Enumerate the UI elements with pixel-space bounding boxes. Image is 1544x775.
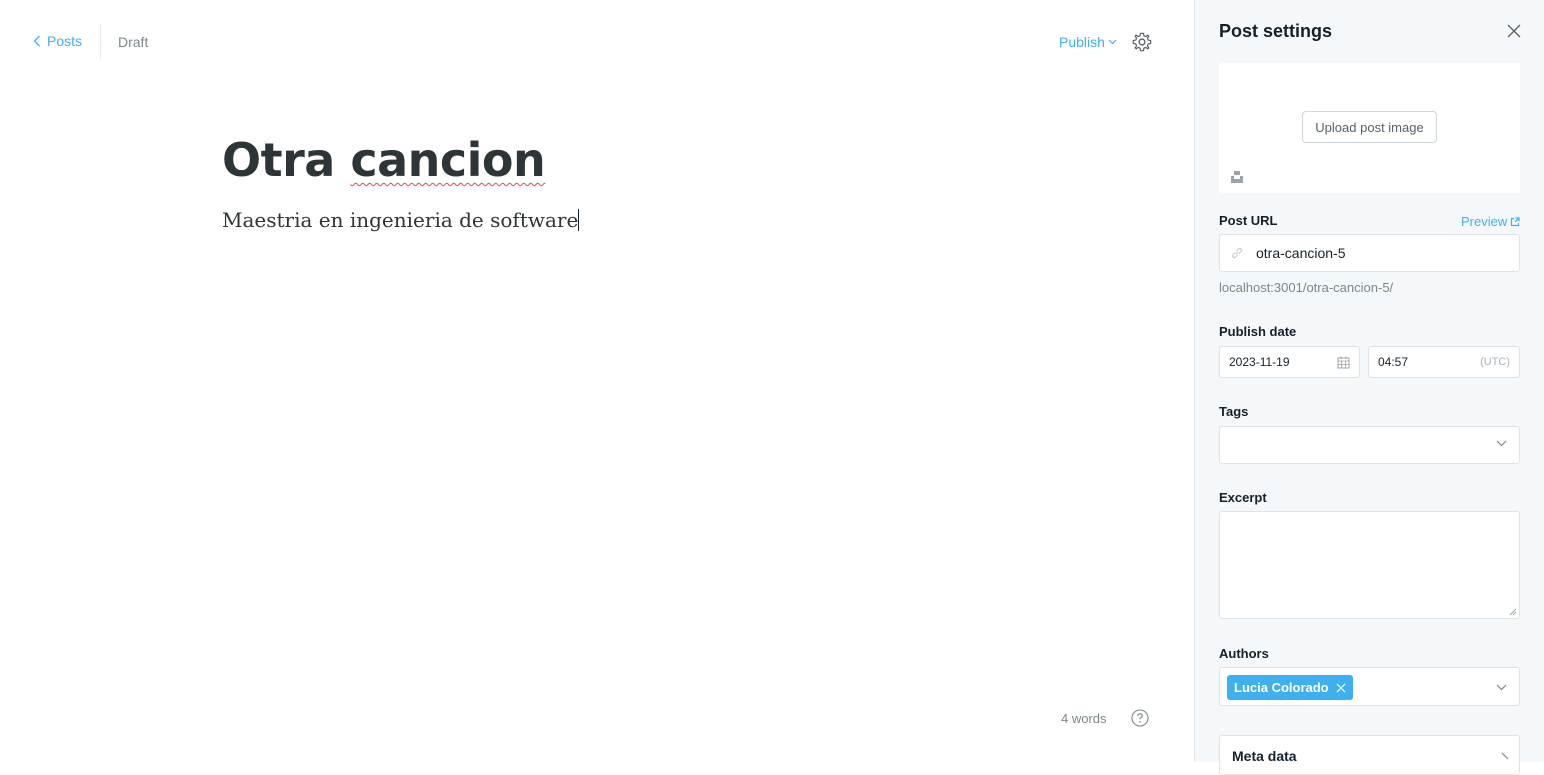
author-token: Lucia Colorado (1227, 675, 1353, 700)
editor-area: Posts Draft Publish Otra cancion Maestri… (0, 0, 1194, 762)
authors-select[interactable]: Lucia Colorado (1219, 667, 1520, 706)
help-icon[interactable] (1131, 709, 1149, 727)
tags-label: Tags (1219, 404, 1249, 419)
chevron-left-icon (33, 35, 40, 47)
excerpt-label: Excerpt (1219, 490, 1267, 505)
calendar-icon[interactable] (1337, 356, 1350, 369)
unsplash-icon[interactable] (1230, 170, 1244, 184)
excerpt-textarea[interactable] (1219, 511, 1520, 619)
close-icon[interactable] (1507, 24, 1521, 38)
authors-label: Authors (1219, 646, 1269, 661)
chevron-down-icon (1496, 440, 1507, 447)
post-title[interactable]: Otra cancion (222, 133, 546, 187)
post-body-text: Maestria en ingenieria de software (222, 208, 579, 232)
publish-time-input[interactable]: 04:57 (UTC) (1368, 346, 1520, 378)
external-link-icon (1511, 216, 1520, 226)
back-to-posts-link[interactable]: Posts (33, 33, 82, 49)
chevron-down-icon (1108, 39, 1117, 45)
publish-date-input[interactable]: 2023-11-19 (1219, 346, 1360, 378)
title-word-1: Otra (222, 133, 335, 187)
preview-label: Preview (1461, 214, 1508, 229)
author-name: Lucia Colorado (1234, 680, 1329, 695)
post-url-input[interactable]: otra-cancion-5 (1219, 234, 1520, 272)
panel-title: Post settings (1219, 21, 1333, 41)
title-word-2: cancion (350, 133, 546, 187)
chevron-down-icon (1496, 684, 1507, 691)
text-caret (578, 209, 580, 231)
post-settings-panel: Post settings Upload post image Post URL… (1194, 0, 1544, 775)
meta-data-section[interactable]: Meta data (1219, 735, 1520, 775)
gear-icon[interactable] (1131, 31, 1153, 53)
publish-label: Publish (1059, 34, 1105, 50)
post-url-value: otra-cancion-5 (1256, 245, 1346, 261)
post-url-label: Post URL (1219, 213, 1278, 228)
upload-post-image-button[interactable]: Upload post image (1302, 111, 1437, 143)
publish-date-value: 2023-11-19 (1229, 355, 1290, 369)
publish-menu-button[interactable]: Publish (1059, 34, 1117, 50)
link-icon (1231, 247, 1243, 259)
remove-author-icon[interactable] (1336, 683, 1346, 693)
publish-time-value: 04:57 (1378, 355, 1409, 369)
resize-handle-icon[interactable] (1509, 608, 1517, 616)
tags-select[interactable] (1219, 426, 1520, 464)
back-label: Posts (47, 33, 83, 49)
post-body[interactable]: Maestria en ingenieria de software (222, 208, 580, 232)
timezone-label: (UTC) (1480, 356, 1510, 368)
preview-link[interactable]: Preview (1461, 214, 1520, 229)
header-divider (100, 24, 101, 60)
word-count: 4 words (1061, 711, 1107, 726)
post-status: Draft (118, 34, 149, 50)
post-image-dropzone: Upload post image (1219, 63, 1520, 193)
chevron-right-icon (1501, 752, 1509, 760)
post-url-hint: localhost:3001/otra-cancion-5/ (1219, 280, 1394, 295)
editor-header: Posts Draft Publish (0, 0, 1194, 84)
publish-date-label: Publish date (1219, 324, 1297, 339)
